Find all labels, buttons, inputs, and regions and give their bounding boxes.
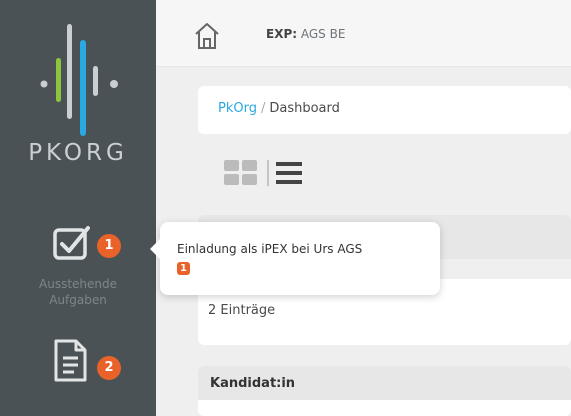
list-view-icon[interactable] [276,162,302,184]
table-header: Kandidat:in [198,366,571,400]
breadcrumb-card: PkOrg / Dashboard [198,86,571,134]
tooltip-text[interactable]: Einladung als iPEX bei Urs AGS [177,242,362,256]
breadcrumb: PkOrg / Dashboard [218,101,340,116]
exp-label: EXP: AGS BE [266,27,346,41]
documents-badge: 2 [97,356,121,380]
document-icon [54,339,87,382]
sidebar: PKORG 1 Ausstehende Aufgaben 2 [0,0,156,416]
sidebar-item-documents[interactable]: 2 [52,338,121,388]
home-icon[interactable] [194,22,220,54]
candidates-table: Kandidat:in [198,366,571,416]
tooltip-badge: 1 [177,262,190,275]
sidebar-item-tasks[interactable]: 1 [52,222,121,266]
breadcrumb-separator: / [260,101,266,116]
logo-bars-icon [40,24,118,136]
breadcrumb-current: Dashboard [269,101,340,116]
logo-text: PKORG [28,140,128,166]
breadcrumb-root-link[interactable]: PkOrg [218,101,257,116]
pkorg-logo[interactable]: PKORG [0,0,156,190]
column-header-kandidat[interactable]: Kandidat:in [210,376,295,391]
entries-count: 2 Einträge [208,303,276,318]
task-tooltip: Einladung als iPEX bei Urs AGS 1 [150,222,440,295]
top-bar: EXP: AGS BE [156,0,571,67]
tasks-badge: 1 [97,234,121,258]
view-toggle [224,160,314,194]
sidebar-tasks-label[interactable]: Ausstehende Aufgaben [0,276,156,308]
grid-view-icon[interactable] [224,160,257,185]
checkbox-checked-icon [53,226,90,260]
